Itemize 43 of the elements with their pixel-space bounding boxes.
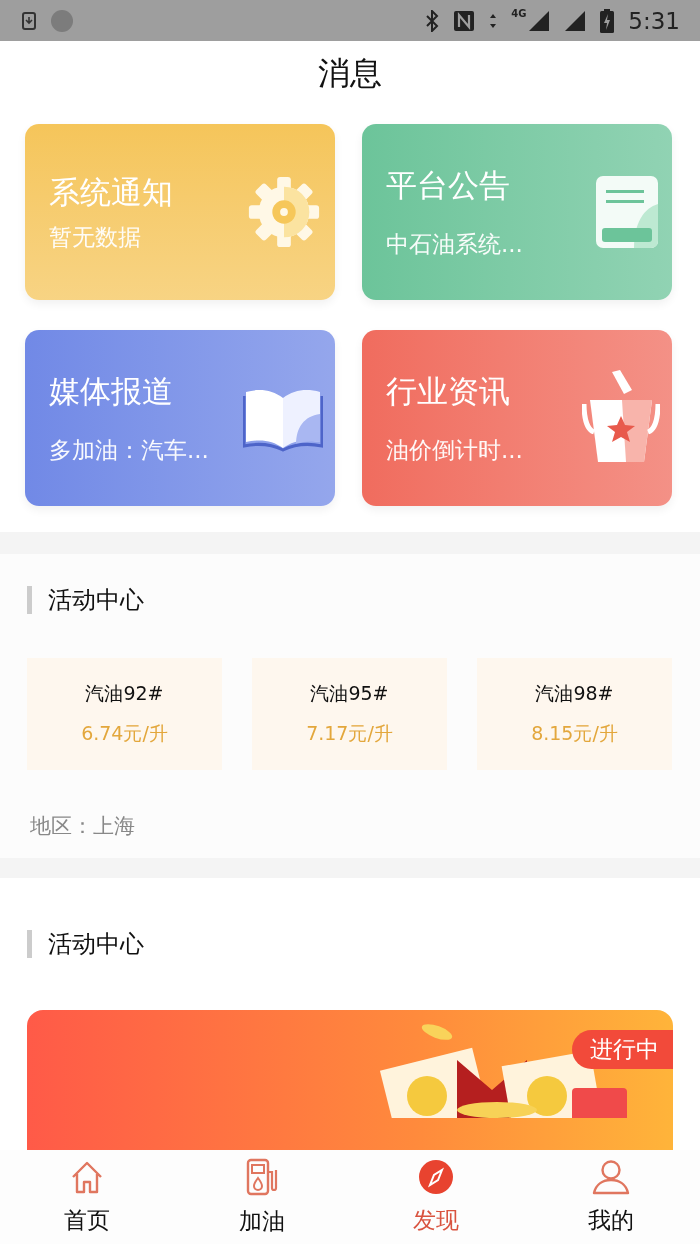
signal-icon [564,9,587,32]
fuel-price: 7.17元/升 [306,721,393,746]
heading-accent-bar [27,586,32,614]
battery-icon [600,8,615,33]
fuel-grade: 汽油95# [310,681,389,706]
network-label: 4G [511,8,527,19]
heading-accent-bar [27,930,32,958]
section-heading: 活动中心 [48,585,144,616]
nfc-icon [453,9,476,32]
card-title: 媒体报道 [49,371,174,411]
nav-tab[interactable]: 发现 [349,1150,524,1244]
card-subtitle: 油价倒计时... [386,435,524,465]
card-subtitle: 多加油：汽车... [49,435,210,465]
clock-time: 5:31 [628,7,680,34]
fuel-grade: 汽油98# [535,681,614,706]
person-icon [591,1158,630,1195]
nav-tab[interactable]: 首页 [0,1150,175,1244]
bluetooth-icon [425,9,440,32]
card-subtitle: 中石油系统... [386,229,524,259]
data-arrows-icon [489,12,498,29]
circle-icon [50,8,74,33]
message-card[interactable]: 媒体报道 多加油：汽车... [25,330,335,506]
promo-banner[interactable]: 进行中 [27,1010,673,1150]
card-title: 系统通知 [49,172,174,212]
region-label: 地区：上海 [30,813,136,840]
card-subtitle: 暂无数据 [49,222,142,252]
card-title: 行业资讯 [386,371,511,411]
nav-tab[interactable]: 加油 [174,1150,349,1244]
document-icon [594,174,660,250]
nav-tab[interactable]: 我的 [523,1150,698,1244]
fuel-price: 8.15元/升 [531,721,618,746]
message-card[interactable]: 行业资讯 油价倒计时... [362,330,672,506]
status-badge: 进行中 [572,1030,673,1069]
message-card[interactable]: 平台公告 中石油系统... [362,124,672,300]
page-title: 消息 [318,52,382,94]
download-icon [22,11,36,30]
fuel-pump-icon [244,1157,279,1196]
fuel-price: 6.74元/升 [81,721,168,746]
compass-icon [418,1158,455,1195]
signal-icon [528,9,551,32]
section-heading: 活动中心 [48,929,144,960]
card-title: 平台公告 [386,165,511,205]
fuel-grade: 汽油92# [85,681,164,706]
